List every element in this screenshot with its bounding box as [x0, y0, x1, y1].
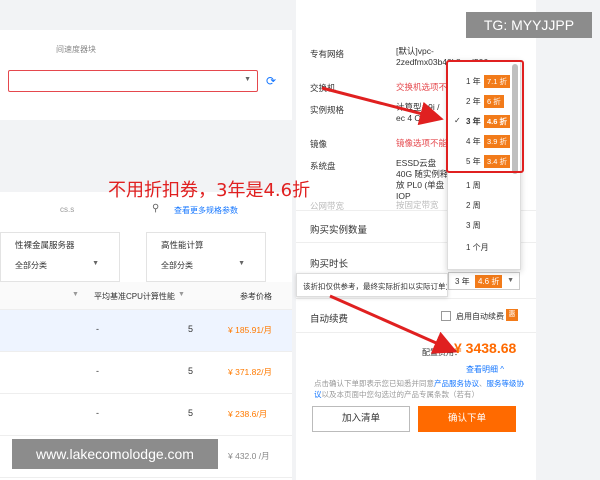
- column-price: 参考价格: [240, 292, 272, 301]
- table-row[interactable]: - 5 ¥ 371.82/月: [0, 352, 292, 394]
- spec-value: 计算型 c9i / ec 4 C: [396, 102, 440, 123]
- filter-hpc[interactable]: 高性能计算 全部分类 ▼: [146, 232, 266, 282]
- filter-select[interactable]: 全部分类 ▼: [15, 257, 99, 275]
- spec-table-card: cs.s ⚲ 查看更多规格参数 性裸金属服务器 全部分类 ▼ 高性能计算 全部分…: [0, 192, 292, 480]
- duration-option-1m[interactable]: 1 个月: [448, 237, 520, 257]
- table-row[interactable]: - 5 ¥ 185.91/月: [0, 310, 292, 352]
- duration-year: 3 年: [455, 277, 470, 286]
- spec-label: 专有网络: [310, 49, 345, 59]
- duration-option-4y[interactable]: 4 年 3.9 折: [448, 131, 520, 151]
- cpu-cell: -: [96, 366, 99, 376]
- filter-title: 性裸金属服务器: [15, 240, 75, 250]
- zone-card: 间速度器块 ▼ ⟳: [0, 30, 292, 120]
- discount-badge: 7.1 折: [484, 75, 511, 88]
- spec-label: 实例规格: [310, 105, 345, 115]
- terms-suffix: 以及本页面中您勾选过的产品专属条款（若有）: [321, 390, 480, 399]
- auto-renew-label: 自动续费: [310, 314, 349, 325]
- discount-badge: 4.6 折: [484, 115, 511, 128]
- spec-label: 系统盘: [310, 161, 336, 171]
- option-year: 1 个月: [466, 243, 489, 252]
- duration-option-3w[interactable]: 3 周: [448, 215, 520, 235]
- more-specs-link[interactable]: 查看更多规格参数: [174, 205, 238, 216]
- filter-icon[interactable]: ▼: [72, 291, 79, 298]
- caret-down-icon: ▼: [92, 260, 99, 267]
- promo-badge: 惠: [506, 309, 518, 321]
- price-cell: ¥ 238.6/月: [228, 409, 268, 419]
- filter-bare-metal[interactable]: 性裸金属服务器 全部分类 ▼: [0, 232, 120, 282]
- purchase-qty-label: 购买实例数量: [310, 225, 368, 236]
- search-input[interactable]: cs.s: [60, 205, 74, 214]
- view-details-link[interactable]: 查看明细 ^: [466, 364, 504, 375]
- duration-option-1w[interactable]: 1 周: [448, 175, 520, 195]
- search-icon[interactable]: ⚲: [152, 203, 159, 214]
- duration-option-2y[interactable]: 2 年 6 折: [448, 91, 520, 111]
- discount-tooltip: 该折扣仅供参考，最终实际折扣以实际订单为准: [296, 273, 448, 297]
- spec-label: 镜像: [310, 139, 328, 149]
- watermark: www.lakecomolodge.com: [12, 439, 218, 469]
- option-year: 4 年: [466, 137, 481, 146]
- annotation-text: 不用折扣券，3年是4.6折: [108, 180, 311, 201]
- table-row[interactable]: - 5 ¥ 238.6/月: [0, 394, 292, 436]
- discount-badge: 4.6 折: [475, 275, 503, 288]
- cpu-cell: -: [96, 408, 99, 418]
- divider: [296, 298, 536, 299]
- price-cell: ¥ 432.0 /月: [228, 451, 270, 461]
- search-row: cs.s ⚲ 查看更多规格参数: [0, 200, 292, 220]
- auto-renew-checkbox[interactable]: [441, 311, 451, 321]
- duration-option-3y[interactable]: ✓ 3 年 4.6 折: [448, 111, 520, 131]
- cell: 5: [188, 366, 194, 376]
- filter-title: 高性能计算: [161, 240, 204, 250]
- option-year: 3 周: [466, 221, 481, 230]
- filter-value: 全部分类: [161, 261, 193, 270]
- terms-text: 点击确认下单即表示您已知悉并同意产品服务协议、服务等级协议以及本页面中您勾选过的…: [314, 378, 524, 400]
- purchase-duration-label: 购买时长: [310, 259, 349, 270]
- cell: 5: [188, 408, 194, 418]
- caret-down-icon: ▼: [238, 260, 245, 267]
- spec-label: 交换机: [310, 83, 336, 93]
- duration-dropdown: 1 年 7.1 折 2 年 6 折 ✓ 3 年 4.6 折 4 年 3.9 折 …: [447, 60, 521, 270]
- duration-select[interactable]: 3 年 4.6 折 ▼: [448, 272, 520, 290]
- service-agreement-link[interactable]: 产品服务协议: [434, 379, 479, 388]
- dropdown-scrollbar[interactable]: [512, 64, 518, 174]
- cell: 5: [188, 324, 194, 334]
- option-year: 1 周: [466, 181, 481, 190]
- divider: [296, 332, 536, 333]
- duration-option-5y[interactable]: 5 年 3.4 折: [448, 151, 520, 171]
- auto-renew-option[interactable]: 启用自动续费: [456, 311, 504, 322]
- option-year: 2 周: [466, 201, 481, 210]
- instance-selection-panel: 间速度器块 ▼ ⟳ cs.s ⚲ 查看更多规格参数 性裸金属服务器 全部分类 ▼…: [0, 0, 292, 480]
- filter-select[interactable]: 全部分类 ▼: [161, 257, 245, 275]
- caret-down-icon: ▼: [244, 76, 251, 83]
- discount-badge: 6 折: [484, 95, 504, 108]
- filter-value: 全部分类: [15, 261, 47, 270]
- duration-option-2w[interactable]: 2 周: [448, 195, 520, 215]
- filter-icon[interactable]: ▼: [178, 291, 185, 298]
- tg-badge: TG: MYYJJPP: [466, 12, 592, 38]
- option-year: 3 年: [466, 117, 481, 126]
- confirm-order-button[interactable]: 确认下单: [418, 406, 516, 432]
- discount-badge: 3.4 折: [484, 155, 511, 168]
- option-year: 2 年: [466, 97, 481, 106]
- caret-down-icon: ▼: [507, 277, 514, 284]
- fee-value: ¥ 3438.68: [454, 340, 517, 356]
- price-cell: ¥ 371.82/月: [228, 367, 272, 377]
- spec-value: ESSD云盘 40G 随实例释放 PL0 (单盘IOP: [396, 158, 449, 201]
- terms-sep: 、: [479, 379, 487, 388]
- terms-prefix: 点击确认下单即表示您已知悉并同意: [314, 379, 434, 388]
- zone-select[interactable]: ▼: [8, 70, 258, 92]
- cpu-cell: -: [96, 324, 99, 334]
- check-icon: ✓: [454, 116, 461, 125]
- option-year: 1 年: [466, 77, 481, 86]
- add-to-list-button[interactable]: 加入清单: [312, 406, 410, 432]
- option-year: 5 年: [466, 157, 481, 166]
- column-cpu: 平均基准CPU计算性能: [94, 292, 175, 301]
- discount-badge: 3.9 折: [484, 135, 511, 148]
- zone-label: 间速度器块: [56, 45, 96, 54]
- refresh-icon[interactable]: ⟳: [266, 74, 280, 88]
- table-header: ▼ 平均基准CPU计算性能 ▼ 参考价格: [0, 282, 292, 310]
- spec-value: 镜像选项不能: [396, 138, 448, 148]
- duration-option-1y[interactable]: 1 年 7.1 折: [448, 71, 520, 91]
- price-cell: ¥ 185.91/月: [228, 325, 272, 335]
